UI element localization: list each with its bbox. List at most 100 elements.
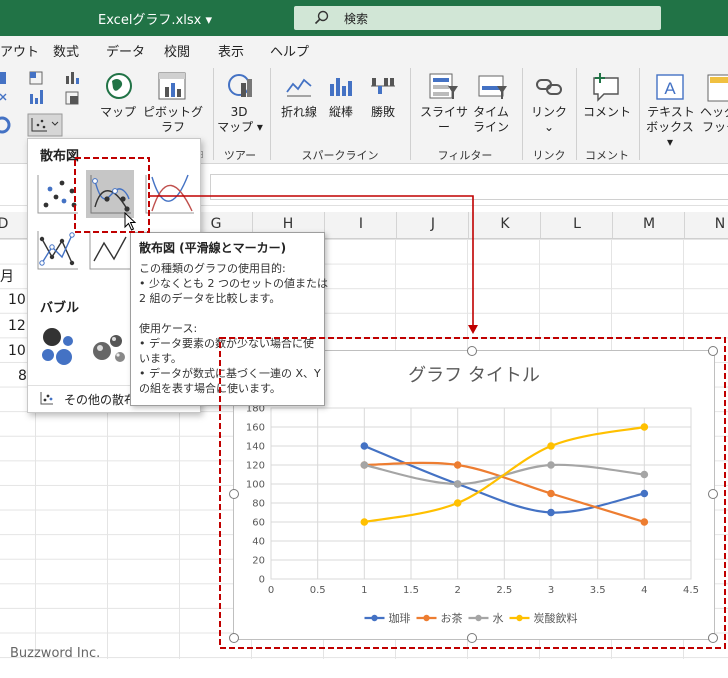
tooltip-line: • データ要素の数が少ない場合に使 bbox=[139, 337, 314, 350]
scatter-markers-option[interactable] bbox=[34, 171, 80, 217]
column-header[interactable]: D bbox=[0, 216, 18, 232]
tab-page-layout[interactable]: アウト bbox=[0, 41, 39, 60]
resize-handle[interactable] bbox=[708, 346, 718, 356]
column-header[interactable]: I bbox=[346, 216, 376, 232]
scatter-straight-markers-option[interactable] bbox=[34, 227, 80, 273]
file-name[interactable]: Excelグラフ.xlsx ▾ bbox=[98, 9, 212, 28]
data-point bbox=[360, 518, 369, 526]
x-tick-label: 0 bbox=[268, 585, 274, 596]
column-header[interactable]: M bbox=[634, 216, 664, 232]
resize-handle[interactable] bbox=[229, 489, 239, 499]
scatter-smooth-markers-option[interactable] bbox=[86, 170, 134, 218]
scatter-smooth-lines-option[interactable] bbox=[142, 171, 196, 217]
link-dropdown-icon[interactable]: ⌄ bbox=[529, 120, 569, 135]
more-scatter-icon[interactable] bbox=[40, 391, 54, 405]
search-placeholder: 検索 bbox=[344, 12, 369, 26]
scatter-straight-lines-option[interactable] bbox=[86, 227, 132, 273]
tab-help[interactable]: ヘルプ bbox=[270, 41, 309, 60]
pivot-chart-label[interactable]: ピボットグラフ bbox=[138, 105, 208, 135]
column-header[interactable]: N bbox=[705, 216, 728, 232]
map-label[interactable]: マップ bbox=[98, 105, 138, 120]
comment-icon[interactable] bbox=[590, 72, 622, 102]
tooltip-line: 使用ケース: bbox=[139, 322, 198, 335]
sparkline-line-icon[interactable] bbox=[285, 74, 313, 98]
text-box-label-top[interactable]: テキスト bbox=[645, 105, 697, 120]
pivot-chart-icon[interactable] bbox=[157, 71, 187, 101]
cell-value[interactable]: 月 bbox=[0, 266, 14, 286]
column-divider bbox=[396, 212, 397, 238]
legend-label: 珈琲 bbox=[389, 611, 411, 625]
text-box-label-bottom[interactable]: ボックス ▾ bbox=[642, 120, 698, 150]
legend-label: 水 bbox=[493, 612, 504, 625]
header-footer-icon[interactable] bbox=[706, 72, 728, 102]
tab-review[interactable]: 校閲 bbox=[164, 41, 190, 60]
chart-type-small-icons[interactable] bbox=[0, 70, 100, 140]
sparkline-winloss-label[interactable]: 勝敗 bbox=[364, 105, 402, 120]
more-scatter-charts-link[interactable]: その他の散布 bbox=[64, 391, 136, 408]
cell-value[interactable]: 8 bbox=[18, 368, 27, 384]
resize-handle[interactable] bbox=[467, 633, 477, 643]
text-box-icon[interactable]: A bbox=[655, 72, 687, 102]
header-footer-label-top[interactable]: ヘッダー bbox=[700, 105, 728, 120]
sparkline-column-label[interactable]: 縦棒 bbox=[322, 105, 360, 120]
resize-handle[interactable] bbox=[708, 633, 718, 643]
column-header[interactable]: J bbox=[418, 216, 448, 232]
3d-map-label-top[interactable]: 3D bbox=[219, 105, 259, 120]
search-box[interactable]: 検索 bbox=[294, 6, 661, 30]
3d-bubble-option[interactable] bbox=[86, 323, 132, 369]
chart-type-tooltip: 散布図 (平滑線とマーカー) この種類のグラフの使用目的: • 少なくとも 2 … bbox=[130, 232, 328, 406]
link-icon[interactable] bbox=[534, 74, 564, 100]
cell-value[interactable]: 12 bbox=[8, 318, 26, 334]
tooltip-line: この種類のグラフの使用目的: bbox=[139, 262, 286, 275]
y-tick-label: 80 bbox=[252, 499, 265, 510]
x-tick-label: 2 bbox=[454, 585, 460, 596]
y-tick-label: 0 bbox=[259, 575, 265, 586]
group-links-label: リンク bbox=[532, 149, 566, 162]
y-tick-label: 120 bbox=[246, 461, 265, 472]
data-point bbox=[360, 461, 369, 469]
comment-label[interactable]: コメント bbox=[583, 105, 631, 120]
timeline-label-bottom[interactable]: ライン bbox=[470, 120, 512, 135]
group-tours-label: ツアー bbox=[223, 149, 257, 162]
column-header[interactable]: K bbox=[490, 216, 520, 232]
y-tick-label: 20 bbox=[252, 556, 265, 567]
group-sparklines-label: スパークライン bbox=[301, 149, 379, 162]
data-point bbox=[453, 461, 462, 469]
cell-value[interactable]: 10 bbox=[8, 343, 26, 359]
data-point bbox=[547, 508, 555, 517]
y-tick-label: 40 bbox=[252, 537, 265, 548]
resize-handle[interactable] bbox=[708, 489, 718, 499]
legend-label: 炭酸飲料 bbox=[534, 611, 578, 625]
svg-text:A: A bbox=[664, 79, 676, 98]
data-point bbox=[547, 489, 555, 498]
sparkline-winloss-icon[interactable] bbox=[369, 74, 397, 98]
timeline-label-top[interactable]: タイム bbox=[470, 105, 512, 120]
tab-formulas[interactable]: 数式 bbox=[53, 41, 79, 60]
3d-map-label-bottom[interactable]: マップ ▾ bbox=[214, 120, 266, 135]
column-divider bbox=[540, 212, 541, 238]
column-header[interactable]: G bbox=[201, 216, 231, 232]
tooltip-line: • 少なくとも 2 つのセットの値または bbox=[139, 277, 328, 290]
3d-map-icon[interactable] bbox=[225, 71, 257, 101]
timeline-icon[interactable] bbox=[477, 72, 509, 102]
y-tick-label: 160 bbox=[246, 423, 265, 434]
map-chart-icon[interactable] bbox=[104, 71, 134, 101]
ribbon-separator bbox=[576, 68, 577, 160]
bubble-option[interactable] bbox=[34, 323, 80, 369]
tab-view[interactable]: 表示 bbox=[218, 41, 244, 60]
cell-value[interactable]: 10 bbox=[8, 292, 26, 308]
link-label[interactable]: リンク bbox=[529, 105, 569, 120]
resize-handle[interactable] bbox=[467, 346, 477, 356]
slicer-icon[interactable] bbox=[428, 72, 460, 102]
column-header[interactable]: L bbox=[562, 216, 592, 232]
column-header[interactable]: H bbox=[273, 216, 303, 232]
formula-input[interactable] bbox=[210, 174, 728, 200]
slicer-label[interactable]: スライサー bbox=[418, 105, 470, 135]
sparkline-line-label[interactable]: 折れ線 bbox=[278, 105, 320, 120]
resize-handle[interactable] bbox=[229, 633, 239, 643]
tab-data[interactable]: データ bbox=[106, 41, 145, 60]
column-divider bbox=[684, 212, 685, 238]
sparkline-column-icon[interactable] bbox=[327, 74, 355, 98]
header-footer-label-bottom[interactable]: フッタ bbox=[702, 120, 728, 135]
x-tick-label: 2.5 bbox=[496, 585, 512, 596]
